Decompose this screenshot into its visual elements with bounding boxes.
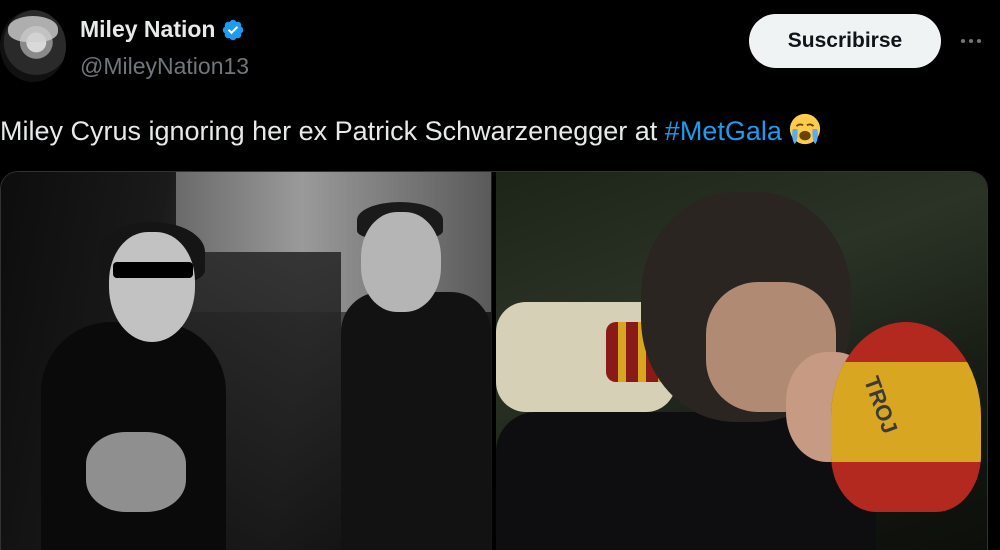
verified-badge-icon xyxy=(223,19,244,40)
name-row: Miley Nation xyxy=(80,16,245,43)
tweet-body: Miley Cyrus ignoring her ex Patrick Schw… xyxy=(0,116,665,146)
photo-man-face xyxy=(361,212,441,312)
media-photo-left[interactable] xyxy=(1,172,492,550)
more-horizontal-icon[interactable] xyxy=(956,26,986,56)
subscribe-button[interactable]: Suscribirse xyxy=(749,14,941,68)
avatar[interactable] xyxy=(0,10,66,82)
photo-hat-band xyxy=(831,362,981,462)
photo-woman-face xyxy=(109,232,195,342)
hashtag-link[interactable]: #MetGala xyxy=(665,116,782,146)
photo-woman-midriff xyxy=(86,432,186,512)
media-photo-right[interactable]: TROJ xyxy=(496,172,987,550)
avatar-hair xyxy=(8,16,58,42)
user-handle[interactable]: @MileyNation13 xyxy=(80,53,249,80)
photo-sunglasses xyxy=(113,262,193,278)
photo-man-suit xyxy=(341,292,491,550)
photo-beanie-hat: TROJ xyxy=(831,322,981,512)
display-name[interactable]: Miley Nation xyxy=(80,16,215,43)
media-grid[interactable]: TROJ xyxy=(0,171,988,550)
tweet-text: Miley Cyrus ignoring her ex Patrick Schw… xyxy=(0,112,822,147)
crying-face-emoji-icon xyxy=(789,113,820,145)
